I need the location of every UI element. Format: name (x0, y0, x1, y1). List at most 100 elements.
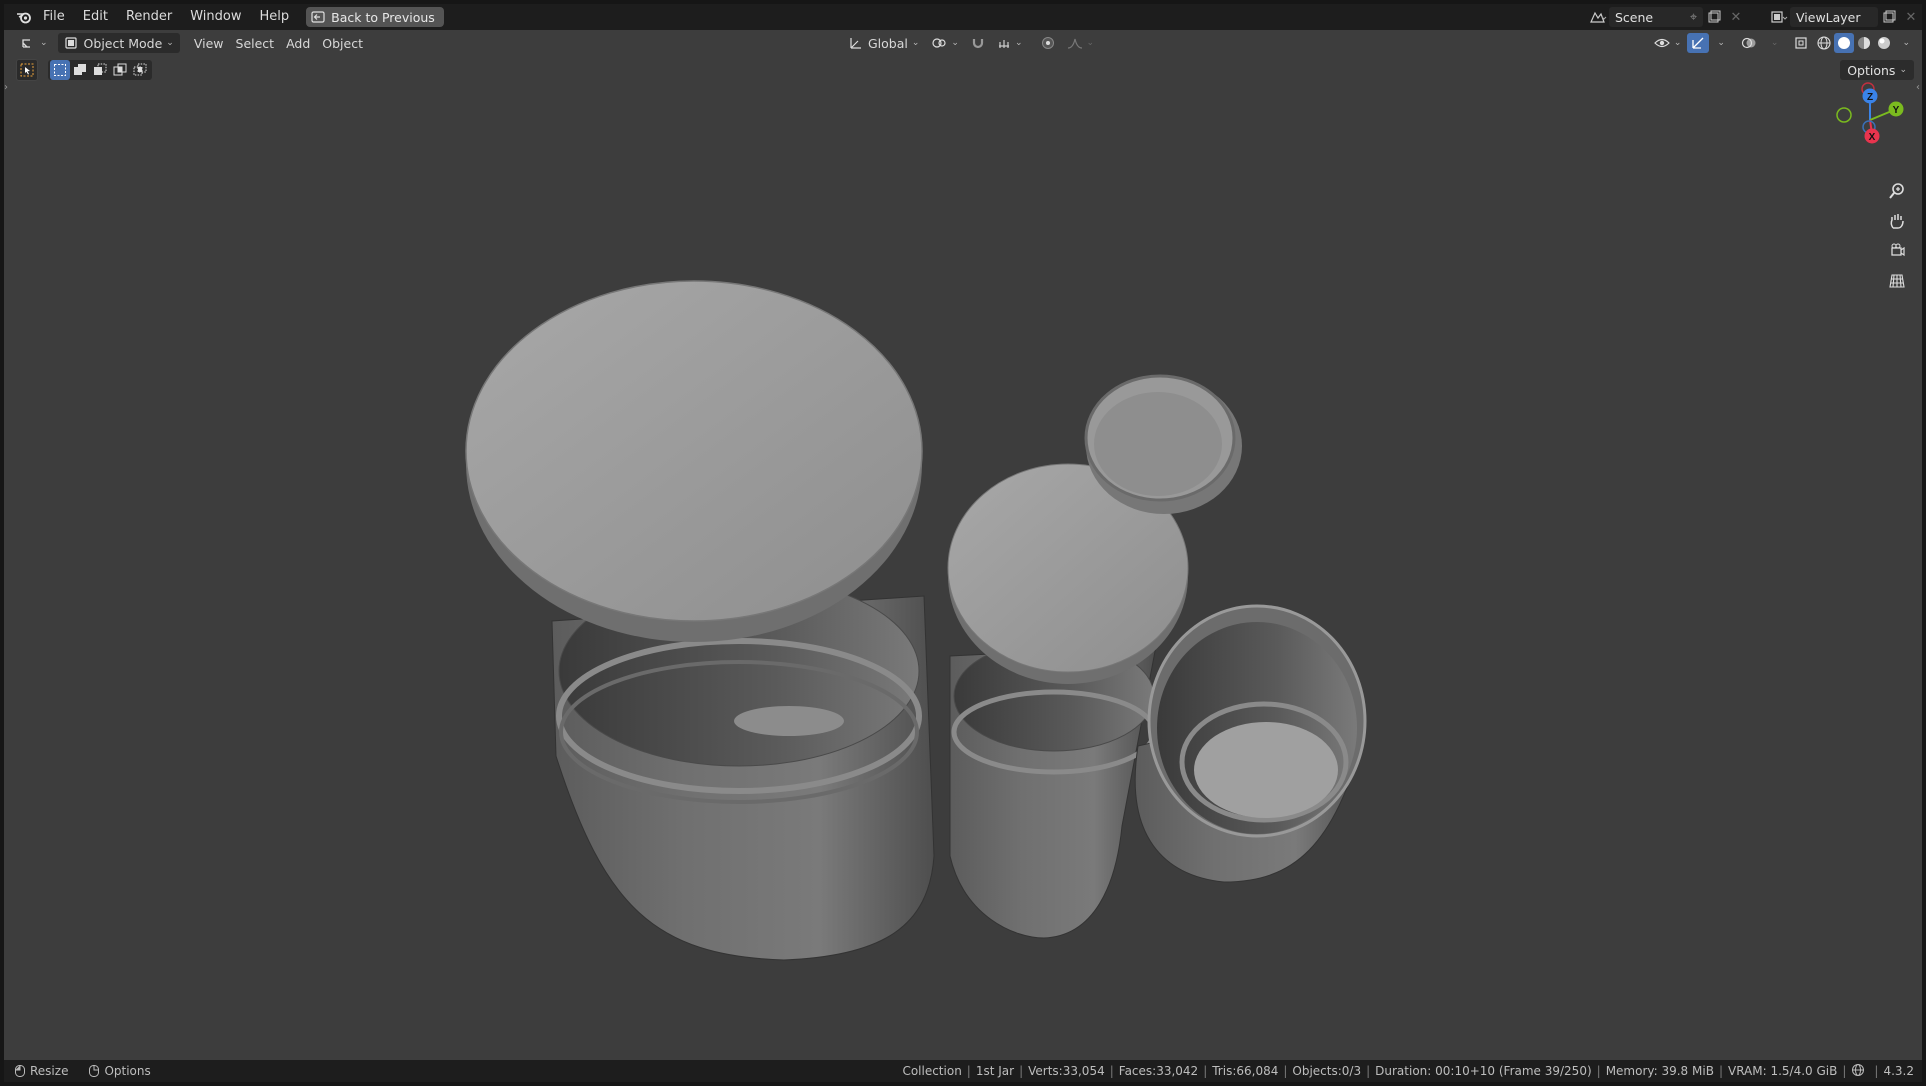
select-new-icon[interactable] (50, 60, 70, 80)
viewport-options-button[interactable]: Options ⌄ (1840, 60, 1914, 80)
scene-statistics: Collection | 1st Jar | Verts:33,054 | Faces… (902, 1063, 1914, 1080)
axis-x[interactable]: X (1864, 128, 1880, 144)
object-mode-label: Object Mode (83, 35, 163, 51)
status-bar: Resize Options Collection | 1st Jar | Vert… (4, 1060, 1922, 1082)
left-region-toggle-icon[interactable]: › (4, 82, 8, 93)
menu-edit[interactable]: Edit (74, 6, 117, 28)
xray-icon (1795, 37, 1808, 49)
medium-jar[interactable] (949, 640, 1157, 939)
blender-logo-icon[interactable] (14, 7, 34, 27)
svg-text:Y: Y (1893, 105, 1900, 116)
material-shading-icon (1858, 37, 1871, 49)
delete-viewlayer-icon[interactable]: ✕ (1900, 7, 1922, 27)
menu-object[interactable]: Object (316, 33, 369, 53)
wireframe-shading-icon (1817, 36, 1832, 50)
pin-icon[interactable]: ⌖ (1690, 9, 1697, 25)
menu-add[interactable]: Add (280, 33, 316, 53)
transform-orientation-dropdown[interactable]: Global ⌄ (842, 33, 925, 53)
viewport-header: ⌄ Object Mode ⌄ View Select Add Object Gl… (4, 30, 1922, 56)
falloff-dropdown[interactable]: ⌄ (1061, 33, 1101, 53)
stat-tris: Tris:66,084 (1212, 1064, 1279, 1078)
scene-render (465, 280, 1367, 961)
tool-row (16, 59, 152, 81)
object-mode-icon (64, 37, 77, 49)
select-subtract-icon[interactable] (90, 60, 110, 80)
object-visibility-dropdown[interactable]: ⌄ (1648, 33, 1688, 53)
viewlayer-selector-icon[interactable] (1768, 7, 1790, 27)
axis-y[interactable]: Y (1888, 101, 1904, 117)
small-jar[interactable] (1134, 604, 1367, 883)
viewlayer-field[interactable]: ViewLayer (1790, 7, 1878, 27)
options-label: Options (1847, 62, 1896, 78)
large-jar-lid[interactable] (465, 280, 923, 642)
pivot-point-dropdown[interactable]: ⌄ (925, 33, 965, 53)
shading-material[interactable] (1854, 33, 1874, 53)
overlays-icon (1741, 37, 1756, 49)
viewlayer-name: ViewLayer (1796, 9, 1861, 25)
select-tool-button[interactable] (16, 59, 38, 81)
back-icon (311, 11, 325, 23)
gizmo-dropdown[interactable]: ⌄ (1709, 33, 1729, 53)
3d-viewport[interactable]: Z Y X › ‹ (4, 56, 1922, 1062)
top-menubar: File Edit Render Window Help Back to Pre… (4, 4, 1922, 30)
globe-icon[interactable] (1851, 1063, 1865, 1080)
menu-file[interactable]: File (34, 6, 74, 28)
stat-active-object: 1st Jar (975, 1064, 1015, 1078)
falloff-curve-icon (1067, 38, 1082, 49)
stat-objects: Objects:0/3 (1292, 1064, 1362, 1078)
object-mode-dropdown[interactable]: Object Mode ⌄ (57, 33, 180, 53)
navigation-gizmo[interactable]: Z Y X (1826, 80, 1916, 160)
gizmo-icon (1692, 37, 1704, 49)
back-button-label: Back to Previous (331, 9, 435, 25)
scene-field[interactable]: Scene ⌖ (1609, 7, 1703, 27)
menu-render[interactable]: Render (117, 6, 181, 28)
shading-solid[interactable] (1834, 33, 1855, 53)
overlays-dropdown[interactable]: ⌄ (1763, 33, 1783, 53)
pan-hand-icon[interactable] (1884, 208, 1910, 234)
editor-type-icon (22, 39, 30, 48)
mouse-right-icon (89, 1065, 100, 1077)
overlays-toggle[interactable] (1735, 33, 1763, 53)
menu-window[interactable]: Window (181, 6, 250, 28)
cursor-select-icon (20, 63, 34, 77)
right-region-toggle-icon[interactable]: ‹ (1916, 82, 1920, 93)
new-viewlayer-icon[interactable] (1878, 7, 1900, 27)
stat-memory: Memory: 39.8 MiB (1605, 1064, 1714, 1078)
solid-shading-icon (1838, 37, 1851, 49)
select-extend-icon[interactable] (70, 60, 90, 80)
axis-z[interactable]: Z (1862, 88, 1878, 104)
delete-scene-icon[interactable]: ✕ (1725, 7, 1747, 27)
snap-toggle[interactable] (965, 33, 991, 53)
back-to-previous-button[interactable]: Back to Previous (306, 7, 444, 27)
stat-verts: Verts:33,054 (1028, 1064, 1105, 1078)
menu-select[interactable]: Select (230, 33, 281, 53)
status-resize: Resize (14, 1064, 78, 1078)
shading-wireframe[interactable] (1814, 33, 1834, 53)
rendered-shading-icon (1878, 37, 1891, 49)
shading-dropdown[interactable]: ⌄ (1894, 33, 1914, 53)
snap-target-dropdown[interactable]: ⌄ (991, 33, 1029, 53)
small-jar-lid[interactable] (1084, 374, 1242, 514)
blender-window: File Edit Render Window Help Back to Pre… (4, 4, 1922, 1082)
camera-view-icon[interactable] (1884, 238, 1910, 264)
menu-view[interactable]: View (188, 33, 230, 53)
scene-name: Scene (1615, 9, 1654, 25)
stat-collection: Collection (902, 1064, 962, 1078)
zoom-icon[interactable] (1884, 178, 1910, 204)
scene-selector-icon[interactable] (1587, 7, 1609, 27)
select-intersect-icon[interactable] (130, 60, 150, 80)
shading-rendered[interactable] (1874, 33, 1894, 53)
xray-toggle[interactable] (1788, 33, 1814, 53)
eye-icon (1653, 38, 1670, 48)
select-difference-icon[interactable] (110, 60, 130, 80)
gizmo-toggle[interactable] (1687, 33, 1710, 53)
chevron-down-icon: ⌄ (1717, 38, 1725, 48)
perspective-grid-icon[interactable] (1884, 268, 1910, 294)
new-scene-icon[interactable] (1703, 7, 1725, 27)
mouse-left-icon (15, 1065, 25, 1077)
proportional-editing-toggle[interactable] (1035, 33, 1061, 53)
proportional-edit-icon (1041, 37, 1054, 49)
viewport-nav-controls (1884, 178, 1910, 298)
menu-help[interactable]: Help (251, 6, 299, 28)
editor-type-button[interactable]: ⌄ (14, 33, 54, 53)
